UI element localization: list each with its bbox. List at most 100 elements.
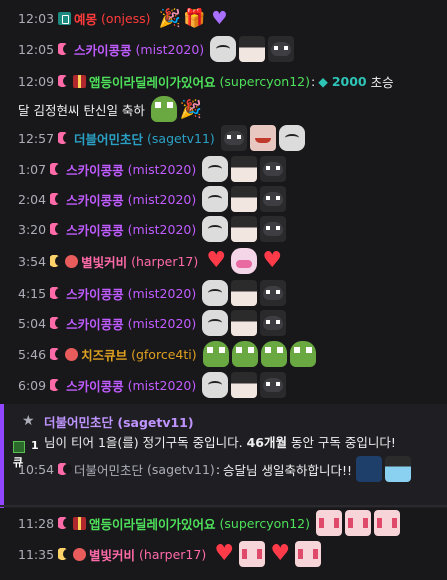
- username[interactable]: 앱등이라딜레이가있어요: [89, 514, 216, 533]
- girl-emote-icon[interactable]: [231, 186, 258, 212]
- cat-emote-icon[interactable]: [260, 186, 287, 212]
- gift-leader-badge-icon[interactable]: [65, 254, 79, 268]
- heart-emote-icon[interactable]: ♥: [260, 250, 284, 272]
- username[interactable]: 별빛커비: [81, 252, 127, 271]
- bunny-emote-icon[interactable]: [202, 186, 229, 212]
- chat-message[interactable]: 5:04 스카이콩콩 (mist2020): [0, 310, 447, 336]
- chat-message[interactable]: 11:35 별빛커비 (harper17) ♥ ♥: [0, 541, 447, 567]
- moderator-badge-icon[interactable]: [58, 12, 72, 25]
- blush-face-emote-icon[interactable]: [295, 541, 322, 567]
- party-hat-icon[interactable]: 🎉: [159, 8, 181, 29]
- girl-emote-icon[interactable]: [231, 372, 258, 398]
- blush-face-emote-icon[interactable]: [344, 510, 371, 536]
- heart-emote-icon[interactable]: ♥: [268, 543, 292, 565]
- user-login: (mist2020): [127, 315, 197, 331]
- username[interactable]: 스카이콩콩: [66, 220, 124, 239]
- subscriber-moon-badge-icon[interactable]: [50, 286, 65, 300]
- chat-message[interactable]: 2:04 스카이콩콩 (mist2020): [0, 186, 447, 212]
- chat-message[interactable]: 12:57 더블어민초단 (sagetv11): [0, 125, 447, 151]
- subscriber-moon-badge-icon[interactable]: [58, 131, 73, 145]
- heart-emote-icon[interactable]: ♥: [204, 250, 228, 272]
- bunny-emote-icon[interactable]: [202, 372, 229, 398]
- chat-message[interactable]: 3:20 스카이콩콩 (mist2020): [0, 216, 447, 242]
- gift-leader-badge-icon[interactable]: [73, 547, 87, 561]
- subscriber-moon-badge-icon[interactable]: [58, 547, 73, 561]
- pepe-emote-icon[interactable]: [202, 341, 229, 367]
- subscriber-moon-badge-icon[interactable]: [58, 462, 73, 476]
- blush-face-emote-icon[interactable]: [239, 541, 266, 567]
- chat-message[interactable]: 1:07 스카이콩콩 (mist2020): [0, 156, 447, 182]
- gift-box-icon[interactable]: 🎁: [183, 8, 205, 29]
- chat-message[interactable]: 11:28 앱등이라딜레이가있어요 (supercyon12): [0, 510, 447, 536]
- subscriber-moon-badge-icon[interactable]: [50, 378, 65, 392]
- cat-emote-icon[interactable]: [260, 372, 287, 398]
- sub-chat-message[interactable]: 10:54 더불어민초단 (sagetv11) : 승달님 생일축하합니다!!: [4, 456, 447, 482]
- user-login: (harper17): [139, 546, 207, 562]
- username[interactable]: 예몽: [74, 9, 97, 28]
- subscriber-moon-badge-icon[interactable]: [58, 516, 73, 530]
- gift-leader-badge-icon[interactable]: [65, 347, 79, 361]
- subscriber-moon-badge-icon[interactable]: [50, 347, 65, 361]
- sub-username[interactable]: 더불어민초단 (sagetv11): [44, 412, 194, 431]
- subscriber-moon-badge-icon[interactable]: [58, 75, 73, 88]
- purple-heart-icon[interactable]: ♥: [211, 8, 227, 29]
- bunny-emote-icon[interactable]: [202, 280, 229, 306]
- party-hat-icon[interactable]: 🎉: [180, 99, 202, 120]
- chat-message[interactable]: 4:15 스카이콩콩 (mist2020): [0, 280, 447, 306]
- duo-emote-icon[interactable]: [356, 456, 383, 482]
- girl-emote-icon[interactable]: [231, 280, 258, 306]
- laughing-face-emote-icon[interactable]: [249, 125, 276, 151]
- subscription-notice: ★ 더불어민초단 (sagetv11) 님이 티어 1을(를) 정기구독 중입니…: [0, 404, 447, 508]
- cat-emote-icon[interactable]: [220, 125, 247, 151]
- chat-message[interactable]: 12:03 예몽 (onjess) 🎉 🎁 ♥: [0, 8, 447, 29]
- subscriber-moon-badge-icon[interactable]: [50, 316, 65, 330]
- cat-emote-icon[interactable]: [260, 156, 287, 182]
- pepe-emote-icon[interactable]: [150, 96, 177, 122]
- girl-emote-icon[interactable]: [231, 310, 258, 336]
- chat-message[interactable]: 12:09 앱등이라딜레이가있어요 (supercyon12) : ◆ 2000…: [0, 72, 447, 91]
- gift-badge-icon[interactable]: [73, 516, 87, 530]
- pepe-emote-icon[interactable]: [231, 341, 258, 367]
- bunny-emote-icon[interactable]: [202, 310, 229, 336]
- chat-message[interactable]: 12:05 스카이콩콩 (mist2020): [0, 36, 447, 62]
- bunny-emote-icon[interactable]: [278, 125, 305, 151]
- girl-emote-icon[interactable]: [231, 216, 258, 242]
- username[interactable]: 더블어민초단: [74, 129, 143, 148]
- username[interactable]: 스카이콩콩: [66, 284, 124, 303]
- gift-badge-icon[interactable]: [73, 75, 87, 88]
- cat-emote-icon[interactable]: [260, 280, 287, 306]
- bunny-emote-icon[interactable]: [202, 156, 229, 182]
- timestamp: 2:04: [18, 191, 47, 207]
- username[interactable]: 스카이콩콩: [66, 376, 124, 395]
- girl-emote-icon[interactable]: [231, 156, 258, 182]
- username[interactable]: 스카이콩콩: [66, 190, 124, 209]
- cat-emote-icon[interactable]: [260, 310, 287, 336]
- chat-message[interactable]: 5:46 치즈큐브 (gforce4ti): [0, 341, 447, 367]
- pepe-emote-icon[interactable]: [289, 341, 316, 367]
- username[interactable]: 스카이콩콩: [66, 314, 124, 333]
- blush-face-emote-icon[interactable]: [315, 510, 342, 536]
- subscriber-moon-badge-icon[interactable]: [50, 162, 65, 176]
- username[interactable]: 별빛커비: [89, 545, 135, 564]
- subscriber-moon-badge-icon[interactable]: [50, 222, 65, 236]
- username[interactable]: 더불어민초단: [74, 460, 143, 479]
- username[interactable]: 치즈큐브: [81, 345, 127, 364]
- chat-message[interactable]: 3:54 별빛커비 (harper17) ♥ ♥: [0, 248, 447, 274]
- heart-emote-icon[interactable]: ♥: [212, 543, 236, 565]
- subscriber-moon-badge-icon[interactable]: [58, 42, 73, 56]
- blush-face-emote-icon[interactable]: [373, 510, 400, 536]
- chat-message[interactable]: 6:09 스카이콩콩 (mist2020): [0, 372, 447, 398]
- bunny-emote-icon[interactable]: [210, 36, 237, 62]
- pepe-emote-icon[interactable]: [260, 341, 287, 367]
- girl-emote-icon[interactable]: [239, 36, 266, 62]
- username[interactable]: 앱등이라딜레이가있어요: [89, 72, 216, 91]
- subscriber-moon-badge-icon[interactable]: [50, 192, 65, 206]
- username[interactable]: 스카이콩콩: [74, 40, 132, 59]
- cat-emote-icon[interactable]: [260, 216, 287, 242]
- bunny-emote-icon[interactable]: [202, 216, 229, 242]
- cake-emote-icon[interactable]: [231, 248, 258, 274]
- username[interactable]: 스카이콩콩: [66, 160, 124, 179]
- girl-emote-icon[interactable]: [385, 456, 412, 482]
- subscriber-moon-badge-icon[interactable]: [50, 254, 65, 268]
- cat-emote-icon[interactable]: [268, 36, 295, 62]
